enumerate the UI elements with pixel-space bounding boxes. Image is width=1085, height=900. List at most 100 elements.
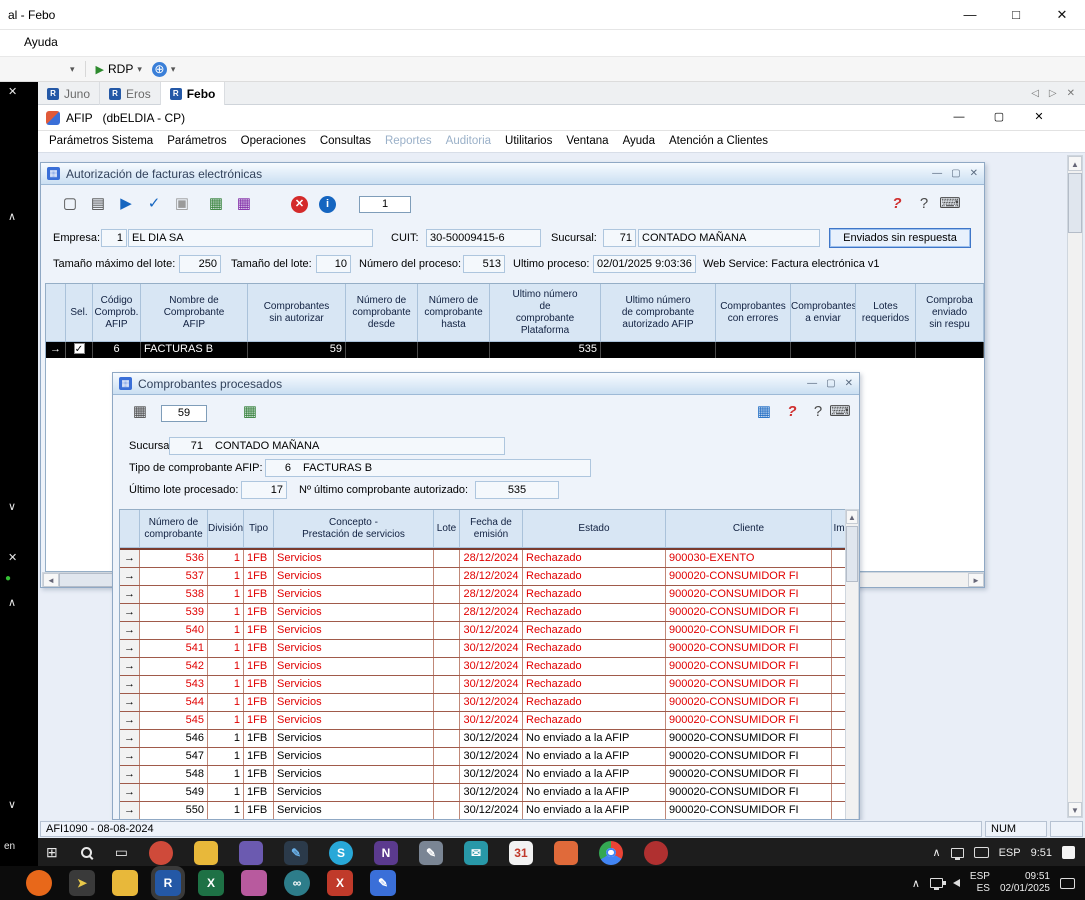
proc-grid-row[interactable]: →54611FBServicios30/12/2024No enviado a … <box>120 730 846 748</box>
proc-cell-tipo[interactable]: 1FB <box>244 766 274 783</box>
auth-row-cell-sin_autorizar[interactable]: 59 <box>248 342 346 358</box>
proc-cell-numero[interactable]: 537 <box>140 568 208 585</box>
proc-grid-row[interactable]: →54511FBServicios30/12/2024Rechazado9000… <box>120 712 846 730</box>
scroll-right-icon[interactable]: ► <box>968 573 984 587</box>
mdi-vscroll-thumb[interactable] <box>1068 173 1082 233</box>
proc-cell-cliente[interactable]: 900020-CONSUMIDOR FI <box>666 604 832 621</box>
proc-col-tipo[interactable]: Tipo <box>244 510 274 548</box>
enviados-sin-respuesta-button[interactable]: Enviados sin respuesta <box>829 228 971 248</box>
dock-close2-icon[interactable]: ✕ <box>8 551 17 564</box>
proc-cell-cliente[interactable]: 900020-CONSUMIDOR FI <box>666 622 832 639</box>
run-icon[interactable]: ▶ <box>115 193 137 215</box>
proc-cell-numero[interactable]: 538 <box>140 586 208 603</box>
keyboard-icon[interactable]: ⌨ <box>829 401 851 423</box>
proc-col-lote[interactable]: Lote <box>434 510 460 548</box>
proc-cell-cliente[interactable]: 900020-CONSUMIDOR FI <box>666 586 832 603</box>
proc-cell-im[interactable] <box>832 730 846 747</box>
afip-minimize-button[interactable]: — <box>939 105 979 130</box>
proc-grid-row[interactable]: →55011FBServicios30/12/2024No enviado a … <box>120 802 846 820</box>
auth-col-respuesta[interactable]: Comprobaenviadosin respu <box>916 284 984 342</box>
dock-scroll-up-icon[interactable]: ∧ <box>8 210 16 223</box>
scroll-down-icon[interactable]: ▼ <box>1068 802 1082 817</box>
proc-cell-concepto[interactable]: Servicios <box>274 694 434 711</box>
search-icon[interactable] <box>79 845 94 860</box>
child-minimize-button[interactable]: — <box>932 168 942 179</box>
child-restore-button[interactable]: ▢ <box>826 378 835 389</box>
tray-expand-icon[interactable]: ∧ <box>933 846 941 859</box>
menu-auditoria[interactable]: Auditoria <box>439 131 498 152</box>
tab-juno[interactable]: R Juno <box>38 82 100 105</box>
proc-cell-estado[interactable]: Rechazado <box>523 640 666 657</box>
proc-grid-row[interactable]: →54111FBServicios30/12/2024Rechazado9000… <box>120 640 846 658</box>
proc-col-division[interactable]: División <box>208 510 244 548</box>
proc-cell-concepto[interactable]: Servicios <box>274 550 434 567</box>
proc-cell-fecha[interactable]: 30/12/2024 <box>460 748 523 765</box>
proc-cell-lote[interactable] <box>434 748 460 765</box>
proc-cell-estado[interactable]: Rechazado <box>523 658 666 675</box>
menu-consultas[interactable]: Consultas <box>313 131 378 152</box>
auth-col-sel[interactable]: Sel. <box>66 284 93 342</box>
pen-app-icon[interactable]: ✎ <box>419 841 443 865</box>
proc-cell-fecha[interactable]: 28/12/2024 <box>460 586 523 603</box>
speaker-icon[interactable] <box>953 879 960 887</box>
language-switcher[interactable]: ESP ES <box>970 871 990 895</box>
proc-cell-concepto[interactable]: Servicios <box>274 604 434 621</box>
auth-col-sin_autorizar[interactable]: Comprobantessin autorizar <box>248 284 346 342</box>
tab-febo[interactable]: R Febo <box>161 82 226 105</box>
help-context-icon[interactable]: ? <box>886 193 908 215</box>
info-icon[interactable]: i <box>319 196 336 213</box>
proc-cell-fecha[interactable]: 30/12/2024 <box>460 802 523 819</box>
proc-cell-division[interactable]: 1 <box>208 802 244 819</box>
proc-cell-estado[interactable]: Rechazado <box>523 604 666 621</box>
stop-icon[interactable]: ✕ <box>291 196 308 213</box>
proc-cell-division[interactable]: 1 <box>208 676 244 693</box>
proc-cell-numero[interactable]: 550 <box>140 802 208 819</box>
outer-maximize-button[interactable]: □ <box>993 0 1039 29</box>
proc-cell-estado[interactable]: No enviado a la AFIP <box>523 766 666 783</box>
proc-grid-row[interactable]: →54211FBServicios30/12/2024Rechazado9000… <box>120 658 846 676</box>
proc-vscrollbar[interactable]: ▲ <box>845 509 859 820</box>
menu-utilitarios[interactable]: Utilitarios <box>498 131 559 152</box>
proc-cell-division[interactable]: 1 <box>208 694 244 711</box>
proc-grid-row[interactable]: →54311FBServicios30/12/2024Rechazado9000… <box>120 676 846 694</box>
rdp-manager-icon[interactable]: R <box>155 870 181 896</box>
menu-operaciones[interactable]: Operaciones <box>234 131 313 152</box>
proc-grid-row[interactable]: →54711FBServicios30/12/2024No enviado a … <box>120 748 846 766</box>
proc-grid-row[interactable]: →54811FBServicios30/12/2024No enviado a … <box>120 766 846 784</box>
proc-cell-im[interactable] <box>832 784 846 801</box>
proc-cell-im[interactable] <box>832 568 846 585</box>
proc-cell-numero[interactable]: 544 <box>140 694 208 711</box>
process-counter[interactable]: 1 <box>359 196 411 213</box>
proc-cell-concepto[interactable]: Servicios <box>274 802 434 819</box>
record-counter[interactable]: 59 <box>161 405 207 422</box>
vscroll-thumb[interactable] <box>846 526 858 582</box>
proc-cell-concepto[interactable]: Servicios <box>274 676 434 693</box>
proc-cell-lote[interactable] <box>434 640 460 657</box>
proc-cell-division[interactable]: 1 <box>208 658 244 675</box>
proc-cell-im[interactable] <box>832 748 846 765</box>
proc-cell-concepto[interactable]: Servicios <box>274 586 434 603</box>
file-explorer-icon[interactable] <box>112 870 138 896</box>
auth-row-cell-errores[interactable] <box>716 342 791 358</box>
menu-ventana[interactable]: Ventana <box>559 131 615 152</box>
proc-cell-cliente[interactable]: 900020-CONSUMIDOR FI <box>666 766 832 783</box>
auth-col-enviar[interactable]: Comprobantesa enviar <box>791 284 856 342</box>
grid-report-icon[interactable]: ▦ <box>239 401 261 423</box>
proc-cell-im[interactable] <box>832 676 846 693</box>
proc-grid-row[interactable]: →53911FBServicios28/12/2024Rechazado9000… <box>120 604 846 622</box>
proc-cell-lote[interactable] <box>434 712 460 729</box>
proc-col-numero[interactable]: Número decomprobante <box>140 510 208 548</box>
auth-row-cell-enviar[interactable] <box>791 342 856 358</box>
proc-col-cliente[interactable]: Cliente <box>666 510 832 548</box>
proc-grid-row[interactable]: →53811FBServicios28/12/2024Rechazado9000… <box>120 586 846 604</box>
afip-close-button[interactable]: ✕ <box>1019 105 1059 130</box>
globe-button[interactable]: ⊕ ▾ <box>152 62 176 77</box>
new-document-icon[interactable]: ▢ <box>59 193 81 215</box>
proc-cell-tipo[interactable]: 1FB <box>244 640 274 657</box>
menu-reportes[interactable]: Reportes <box>378 131 439 152</box>
proc-cell-lote[interactable] <box>434 730 460 747</box>
mdi-vscrollbar[interactable]: ▲ ▼ <box>1067 155 1083 818</box>
dock-scroll-down2-icon[interactable]: ∨ <box>8 798 16 811</box>
tray-display-icon[interactable] <box>951 848 964 858</box>
toolbar-dropdown-icon[interactable]: ▾ <box>70 64 75 75</box>
